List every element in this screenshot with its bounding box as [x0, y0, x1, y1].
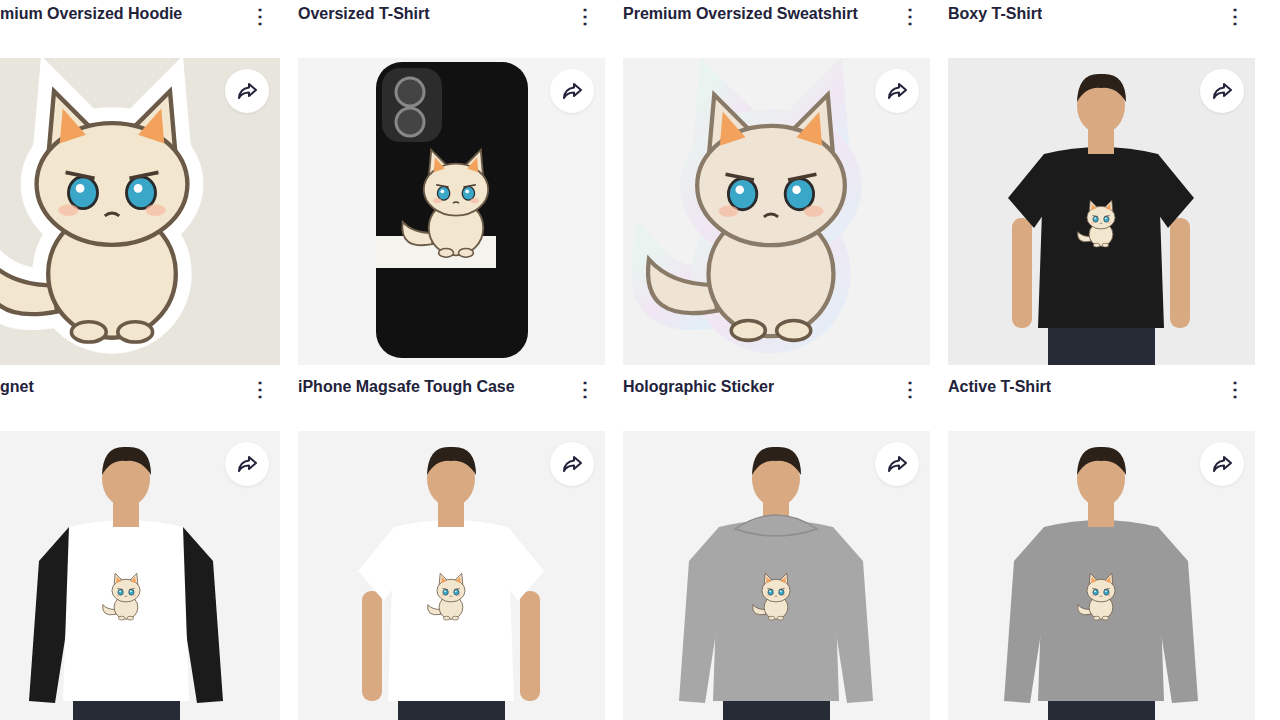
product-title[interactable]: Holographic Sticker	[623, 377, 774, 397]
share-icon	[885, 79, 909, 103]
share-button[interactable]	[225, 69, 269, 113]
product-card[interactable]: Oversized T-Shirt ⋮	[298, 0, 605, 58]
product-card[interactable]	[0, 431, 280, 720]
more-menu-icon[interactable]: ⋮	[898, 379, 922, 399]
share-icon	[560, 79, 584, 103]
product-image[interactable]	[298, 431, 605, 720]
product-title-row: Oversized T-Shirt ⋮	[298, 0, 605, 58]
share-button[interactable]	[225, 442, 269, 486]
product-card[interactable]: iPhone Magsafe Tough Case ⋮	[298, 58, 605, 431]
share-icon	[1210, 452, 1234, 476]
product-title[interactable]: gnet	[0, 377, 34, 397]
product-title[interactable]: Active T-Shirt	[948, 377, 1051, 397]
product-card[interactable]: Boxy T-Shirt ⋮	[948, 0, 1255, 58]
product-title-row: iPhone Magsafe Tough Case ⋮	[298, 365, 605, 431]
product-title-row: Premium Oversized Sweatshirt ⋮	[623, 0, 930, 58]
share-button[interactable]	[550, 69, 594, 113]
product-title[interactable]: iPhone Magsafe Tough Case	[298, 377, 515, 397]
more-menu-icon[interactable]: ⋮	[898, 6, 922, 26]
share-button[interactable]	[1200, 69, 1244, 113]
product-card[interactable]: Active T-Shirt ⋮	[948, 58, 1255, 431]
share-icon	[885, 452, 909, 476]
product-card[interactable]: Premium Oversized Sweatshirt ⋮	[623, 0, 930, 58]
product-image[interactable]	[948, 431, 1255, 720]
share-icon	[560, 452, 584, 476]
product-image[interactable]	[623, 431, 930, 720]
product-title-row: Boxy T-Shirt ⋮	[948, 0, 1255, 58]
product-image[interactable]	[298, 58, 605, 365]
product-title-row: gnet ⋮	[0, 365, 280, 431]
share-icon	[235, 452, 259, 476]
product-title-row: mium Oversized Hoodie ⋮	[0, 0, 280, 58]
share-button[interactable]	[550, 442, 594, 486]
product-title-row: Holographic Sticker ⋮	[623, 365, 930, 431]
product-image[interactable]	[623, 58, 930, 365]
more-menu-icon[interactable]: ⋮	[573, 6, 597, 26]
product-card[interactable]: mium Oversized Hoodie ⋮	[0, 0, 280, 58]
product-title[interactable]: mium Oversized Hoodie	[0, 4, 182, 24]
share-icon	[1210, 79, 1234, 103]
product-title[interactable]: Boxy T-Shirt	[948, 4, 1042, 24]
share-button[interactable]	[875, 442, 919, 486]
product-card[interactable]	[298, 431, 605, 720]
product-title[interactable]: Premium Oversized Sweatshirt	[623, 4, 858, 24]
more-menu-icon[interactable]: ⋮	[248, 379, 272, 399]
product-grid: mium Oversized Hoodie ⋮ Oversized T-Shirt ⋮…	[0, 0, 1280, 720]
more-menu-icon[interactable]: ⋮	[248, 6, 272, 26]
more-menu-icon[interactable]: ⋮	[1223, 379, 1247, 399]
share-button[interactable]	[1200, 442, 1244, 486]
product-image[interactable]	[948, 58, 1255, 365]
more-menu-icon[interactable]: ⋮	[573, 379, 597, 399]
product-image[interactable]	[0, 58, 280, 365]
product-card[interactable]	[623, 431, 930, 720]
more-menu-icon[interactable]: ⋮	[1223, 6, 1247, 26]
product-title[interactable]: Oversized T-Shirt	[298, 4, 430, 24]
product-card[interactable]	[948, 431, 1255, 720]
share-icon	[235, 79, 259, 103]
share-button[interactable]	[875, 69, 919, 113]
product-image[interactable]	[0, 431, 280, 720]
product-card[interactable]: Holographic Sticker ⋮	[623, 58, 930, 431]
product-card[interactable]: gnet ⋮	[0, 58, 280, 431]
product-title-row: Active T-Shirt ⋮	[948, 365, 1255, 431]
